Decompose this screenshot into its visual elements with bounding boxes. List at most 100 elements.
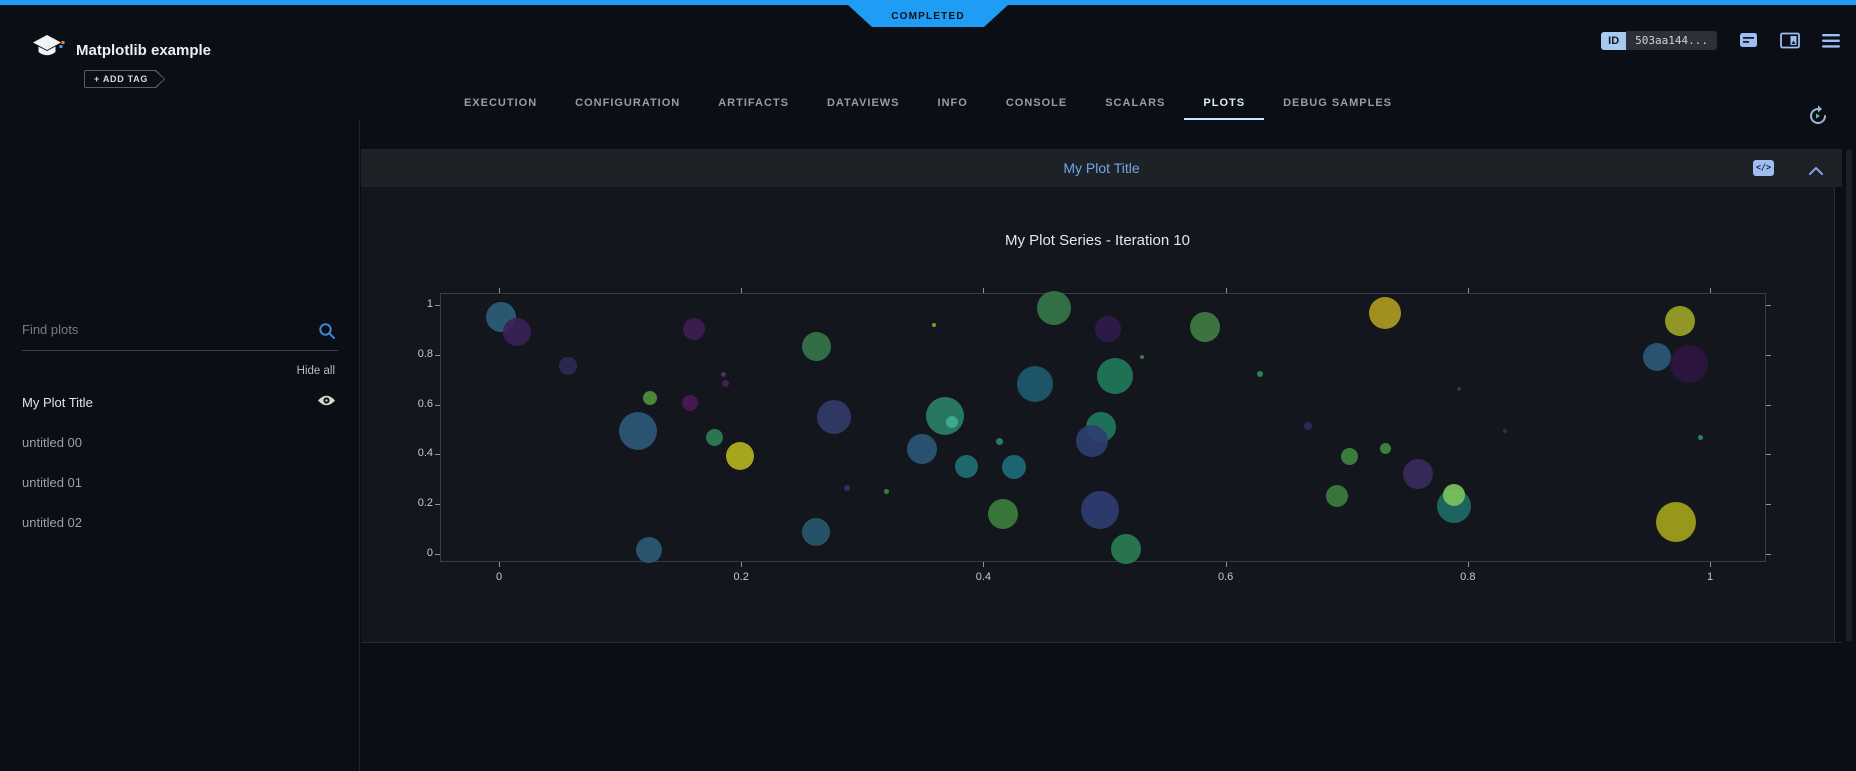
- plot-item-label: My Plot Title: [22, 395, 93, 410]
- tab-debug-samples[interactable]: DEBUG SAMPLES: [1264, 88, 1411, 120]
- chart-title: My Plot Series - Iteration 10: [361, 232, 1834, 249]
- axis-tick: [1766, 454, 1771, 455]
- scatter-bubble: [1095, 316, 1121, 342]
- axis-tick: [741, 562, 742, 567]
- scatter-bubble: [932, 323, 936, 327]
- y-tick-label: 0.8: [393, 348, 433, 360]
- scatter-bubble: [1111, 534, 1141, 564]
- tab-artifacts[interactable]: ARTIFACTS: [699, 88, 808, 120]
- scatter-bubble: [1037, 291, 1071, 325]
- scatter-bubble: [996, 438, 1003, 445]
- tab-bar: EXECUTIONCONFIGURATIONARTIFACTSDATAVIEWS…: [0, 88, 1856, 120]
- scatter-bubble: [988, 499, 1018, 529]
- x-tick-label: 0.4: [961, 571, 1005, 583]
- axis-tick: [499, 562, 500, 567]
- scatter-bubble: [926, 397, 964, 435]
- axis-tick: [1766, 405, 1771, 406]
- tab-info[interactable]: INFO: [919, 88, 987, 120]
- id-value: 503aa144...: [1626, 31, 1717, 50]
- tab-configuration[interactable]: CONFIGURATION: [556, 88, 699, 120]
- scrollbar[interactable]: [1846, 149, 1852, 642]
- tab-console[interactable]: CONSOLE: [987, 88, 1086, 120]
- tab-dataviews[interactable]: DATAVIEWS: [808, 88, 919, 120]
- tab-plots[interactable]: PLOTS: [1184, 88, 1264, 120]
- plot-item-label: untitled 01: [22, 475, 82, 490]
- search-input[interactable]: [22, 316, 302, 343]
- axis-tick: [435, 554, 440, 555]
- plot-list-item[interactable]: My Plot Title: [0, 382, 360, 422]
- scatter-bubble: [1380, 443, 1391, 454]
- axis-tick: [1468, 562, 1469, 567]
- menu-icon[interactable]: [1822, 34, 1840, 48]
- scatter-bubble: [619, 412, 657, 450]
- scatter-bubble: [1643, 343, 1671, 371]
- scatter-bubble: [643, 391, 657, 405]
- layout-columns-icon[interactable]: [1780, 31, 1800, 50]
- scatter-bubble: [1081, 491, 1119, 529]
- scatter-bubble: [946, 416, 958, 428]
- axis-tick: [1766, 355, 1771, 356]
- clearml-logo-icon[interactable]: [32, 34, 66, 69]
- plot-card-body: My Plot Series - Iteration 10 00.20.40.6…: [361, 187, 1835, 642]
- scatter-bubble: [1503, 429, 1507, 433]
- id-label: ID: [1601, 32, 1626, 50]
- scatter-bubble: [1698, 435, 1703, 440]
- plot-item-label: untitled 02: [22, 515, 82, 530]
- visibility-eye-icon[interactable]: [317, 394, 336, 410]
- experiment-id-badge[interactable]: ID 503aa144...: [1601, 31, 1717, 50]
- collapse-chevron-icon[interactable]: [1809, 162, 1823, 180]
- y-tick-label: 0.6: [393, 398, 433, 410]
- status-label: COMPLETED: [891, 11, 965, 22]
- scatter-bubble: [636, 537, 662, 563]
- axis-tick: [435, 405, 440, 406]
- add-tag-label: + ADD TAG: [85, 71, 164, 87]
- view-code-button[interactable]: </>: [1753, 160, 1774, 176]
- axis-tick: [435, 504, 440, 505]
- x-tick-label: 0.6: [1204, 571, 1248, 583]
- axis-tick: [983, 288, 984, 293]
- scatter-bubble: [1190, 312, 1220, 342]
- scatter-bubble: [1257, 371, 1263, 377]
- search-icon[interactable]: [318, 322, 336, 345]
- top-status-bar: [0, 0, 1856, 5]
- scatter-bubble: [559, 357, 577, 375]
- add-tag-button[interactable]: + ADD TAG: [84, 70, 165, 88]
- plot-card-header: My Plot Title </>: [361, 149, 1842, 187]
- axis-tick: [435, 454, 440, 455]
- scatter-bubble: [1403, 459, 1433, 489]
- plot-list-item[interactable]: untitled 01: [0, 462, 360, 502]
- scatter-bubble: [1140, 355, 1144, 359]
- x-tick-label: 0: [477, 571, 521, 583]
- scatter-bubble: [1017, 366, 1053, 402]
- scatter-bubble: [1341, 448, 1358, 465]
- tab-execution[interactable]: EXECUTION: [445, 88, 556, 120]
- scatter-bubble: [802, 518, 830, 546]
- scatter-chart[interactable]: 00.20.40.60.8100.20.40.60.81: [440, 293, 1766, 562]
- scatter-bubble: [706, 429, 723, 446]
- scatter-bubble: [907, 434, 937, 464]
- plot-list-item[interactable]: untitled 00: [0, 422, 360, 462]
- hide-all-link[interactable]: Hide all: [297, 365, 335, 377]
- scatter-bubble: [1369, 297, 1401, 329]
- plot-search: [22, 316, 338, 351]
- comment-icon[interactable]: [1739, 31, 1758, 50]
- y-tick-label: 1: [393, 298, 433, 310]
- plot-item-label: untitled 00: [22, 435, 82, 450]
- scatter-bubble: [503, 318, 531, 346]
- scatter-bubble: [1457, 387, 1461, 391]
- axis-tick: [1468, 288, 1469, 293]
- tab-scalars[interactable]: SCALARS: [1086, 88, 1184, 120]
- scatter-bubble: [955, 455, 978, 478]
- scatter-bubble: [1326, 485, 1348, 507]
- plot-list-item[interactable]: untitled 02: [0, 502, 360, 542]
- auto-refresh-icon[interactable]: [1806, 104, 1830, 133]
- scatter-bubble: [726, 442, 754, 470]
- scatter-bubble: [1097, 358, 1133, 394]
- axis-tick: [1710, 562, 1711, 567]
- y-tick-label: 0.4: [393, 447, 433, 459]
- axis-tick: [1766, 305, 1771, 306]
- x-tick-label: 0.8: [1446, 571, 1490, 583]
- axis-tick: [435, 305, 440, 306]
- y-tick-label: 0: [393, 547, 433, 559]
- card-divider: [361, 642, 1842, 643]
